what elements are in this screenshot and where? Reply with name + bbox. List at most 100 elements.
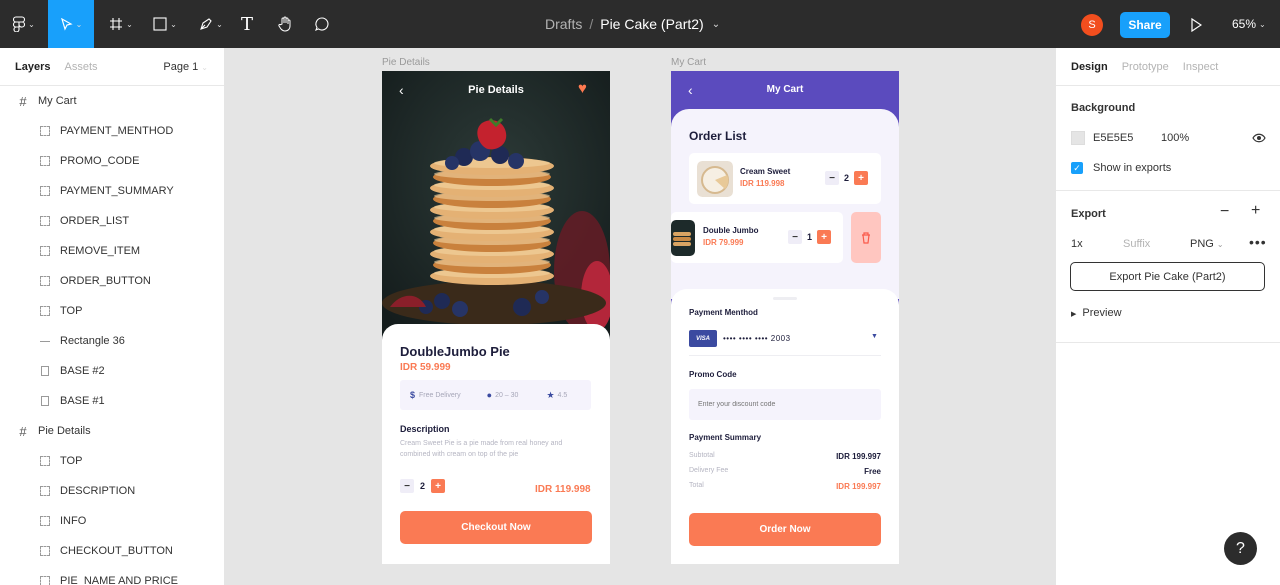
layer-item[interactable]: ORDER_BUTTON: [0, 266, 224, 296]
move-tool-button[interactable]: ⌄: [48, 0, 94, 48]
export-button[interactable]: Export Pie Cake (Part2): [1070, 262, 1265, 291]
triangle-right-icon: ▶: [1071, 311, 1077, 318]
rating-label: 4.5: [557, 391, 568, 399]
tab-prototype[interactable]: Prototype: [1122, 61, 1169, 73]
decrease-button[interactable]: −: [788, 230, 802, 244]
layer-frame[interactable]: # My Cart: [0, 86, 224, 116]
layer-item[interactable]: TOP: [0, 296, 224, 326]
frame-tool-icon: [110, 18, 123, 30]
pie-details-body: DoubleJumbo Pie IDR 59.999 $ Free Deliver…: [382, 324, 610, 564]
quantity-stepper: − 1 +: [788, 230, 832, 244]
cart-item[interactable]: Cream Sweet IDR 119.998 − 2 +: [689, 153, 881, 204]
background-hex[interactable]: E5E5E5: [1093, 132, 1133, 144]
design-panel-tabs: Design Prototype Inspect: [1056, 48, 1280, 86]
tab-inspect[interactable]: Inspect: [1183, 61, 1218, 73]
chevron-down-icon: ⌄: [75, 19, 83, 29]
layer-item[interactable]: PROMO_CODE: [0, 146, 224, 176]
layer-label: ORDER_LIST: [60, 215, 130, 227]
file-name[interactable]: Pie Cake (Part2): [600, 16, 703, 32]
order-now-button[interactable]: Order Now: [689, 513, 881, 546]
group-icon: [38, 514, 52, 528]
main-menu-button[interactable]: ⌄: [0, 0, 48, 48]
suffix-field[interactable]: Suffix: [1123, 238, 1150, 250]
layer-item[interactable]: PAYMENT_MENTHOD: [0, 116, 224, 146]
layer-item[interactable]: BASE #2: [0, 356, 224, 386]
layer-item[interactable]: PIE_NAME AND PRICE: [0, 566, 224, 585]
increase-button[interactable]: +: [431, 479, 446, 493]
layer-item[interactable]: Rectangle 36: [0, 326, 224, 356]
remove-export-icon[interactable]: −: [1220, 203, 1229, 221]
tab-layers[interactable]: Layers: [15, 61, 50, 73]
text-tool-icon: T: [240, 13, 253, 35]
layer-item[interactable]: BASE #1: [0, 386, 224, 416]
frame-label-my-cart[interactable]: My Cart: [671, 57, 706, 68]
layer-label: INFO: [60, 515, 87, 527]
preview-label: Preview: [1082, 307, 1122, 319]
breadcrumb-separator: /: [589, 16, 594, 32]
eye-icon[interactable]: [1252, 133, 1266, 143]
layer-label: Rectangle 36: [60, 335, 125, 347]
layer-label: My Cart: [38, 95, 77, 107]
toolbar: ⌄ ⌄ ⌄ ⌄ ⌄ T Drafts / Pie Cake (Part2) ⌄ …: [0, 0, 1280, 48]
increase-button[interactable]: +: [854, 171, 869, 185]
export-scale[interactable]: 1x: [1071, 238, 1083, 250]
pie-details-frame[interactable]: ‹ Pie Details ♥ DoubleJumbo Pie IDR 59.9…: [382, 71, 610, 564]
preview-toggle[interactable]: ▶ Preview: [1071, 307, 1122, 319]
cart-item[interactable]: Double Jumbo IDR 79.999 − 1 +: [671, 212, 843, 263]
comment-tool-button[interactable]: [310, 0, 334, 48]
remove-item-button[interactable]: [851, 212, 881, 263]
layer-label: PROMO_CODE: [60, 155, 140, 167]
background-opacity[interactable]: 100%: [1161, 132, 1189, 144]
text-tool-button[interactable]: T: [236, 0, 258, 48]
present-button[interactable]: [1190, 14, 1208, 34]
chevron-down-icon[interactable]: ▼: [871, 333, 878, 340]
add-export-icon[interactable]: +: [1251, 202, 1260, 220]
layer-item[interactable]: REMOVE_ITEM: [0, 236, 224, 266]
frame-label-pie-details[interactable]: Pie Details: [382, 57, 430, 68]
layer-item[interactable]: INFO: [0, 506, 224, 536]
layer-item[interactable]: TOP: [0, 446, 224, 476]
decrease-button[interactable]: −: [400, 479, 414, 493]
group-icon: [38, 244, 52, 258]
layer-item[interactable]: CHECKOUT_BUTTON: [0, 536, 224, 566]
drag-handle[interactable]: [773, 297, 797, 300]
time-label: 20 – 30: [495, 391, 519, 399]
layer-item[interactable]: DESCRIPTION: [0, 476, 224, 506]
decrease-button[interactable]: −: [825, 171, 839, 185]
group-icon: [38, 304, 52, 318]
share-button[interactable]: Share: [1120, 12, 1170, 38]
layer-label: BASE #1: [60, 395, 105, 407]
pen-tool-button[interactable]: ⌄: [194, 0, 228, 48]
chevron-down-icon[interactable]: ⌄: [712, 19, 720, 30]
promo-code-input[interactable]: [689, 389, 881, 420]
page-selector[interactable]: Page 1 ⌄: [163, 61, 208, 73]
increase-button[interactable]: +: [817, 230, 832, 244]
format-value: PNG: [1190, 238, 1214, 250]
total-price: IDR 119.998: [535, 484, 591, 495]
breadcrumb-drafts[interactable]: Drafts: [545, 16, 582, 32]
format-dropdown[interactable]: PNG ⌄: [1190, 238, 1224, 250]
checkout-button[interactable]: Checkout Now: [400, 511, 592, 544]
more-options-icon[interactable]: •••: [1249, 234, 1267, 250]
layer-item[interactable]: PAYMENT_SUMMARY: [0, 176, 224, 206]
tab-design[interactable]: Design: [1071, 61, 1108, 73]
show-in-exports-checkbox[interactable]: ✓: [1071, 162, 1083, 174]
tab-assets[interactable]: Assets: [64, 61, 97, 73]
layer-item[interactable]: ORDER_LIST: [0, 206, 224, 236]
background-swatch[interactable]: [1071, 131, 1085, 145]
canvas[interactable]: Pie Details My Cart ‹ Pie Details ♥ Doub…: [225, 48, 1055, 585]
heart-icon[interactable]: ♥: [578, 80, 587, 97]
group-icon: [38, 274, 52, 288]
zoom-dropdown[interactable]: 65% ⌄: [1232, 0, 1266, 48]
avatar[interactable]: S: [1081, 14, 1103, 36]
promo-code-heading: Promo Code: [689, 370, 737, 379]
hand-tool-button[interactable]: [273, 0, 297, 48]
hand-tool-icon: [278, 16, 291, 32]
help-button[interactable]: ?: [1224, 532, 1257, 565]
shape-tool-button[interactable]: ⌄: [148, 0, 182, 48]
line-icon: [38, 334, 52, 348]
layer-frame[interactable]: # Pie Details: [0, 416, 224, 446]
my-cart-frame[interactable]: ‹ My Cart Order List Cream Sweet IDR 119…: [671, 71, 899, 564]
frame-tool-button[interactable]: ⌄: [104, 0, 138, 48]
group-icon: [38, 544, 52, 558]
